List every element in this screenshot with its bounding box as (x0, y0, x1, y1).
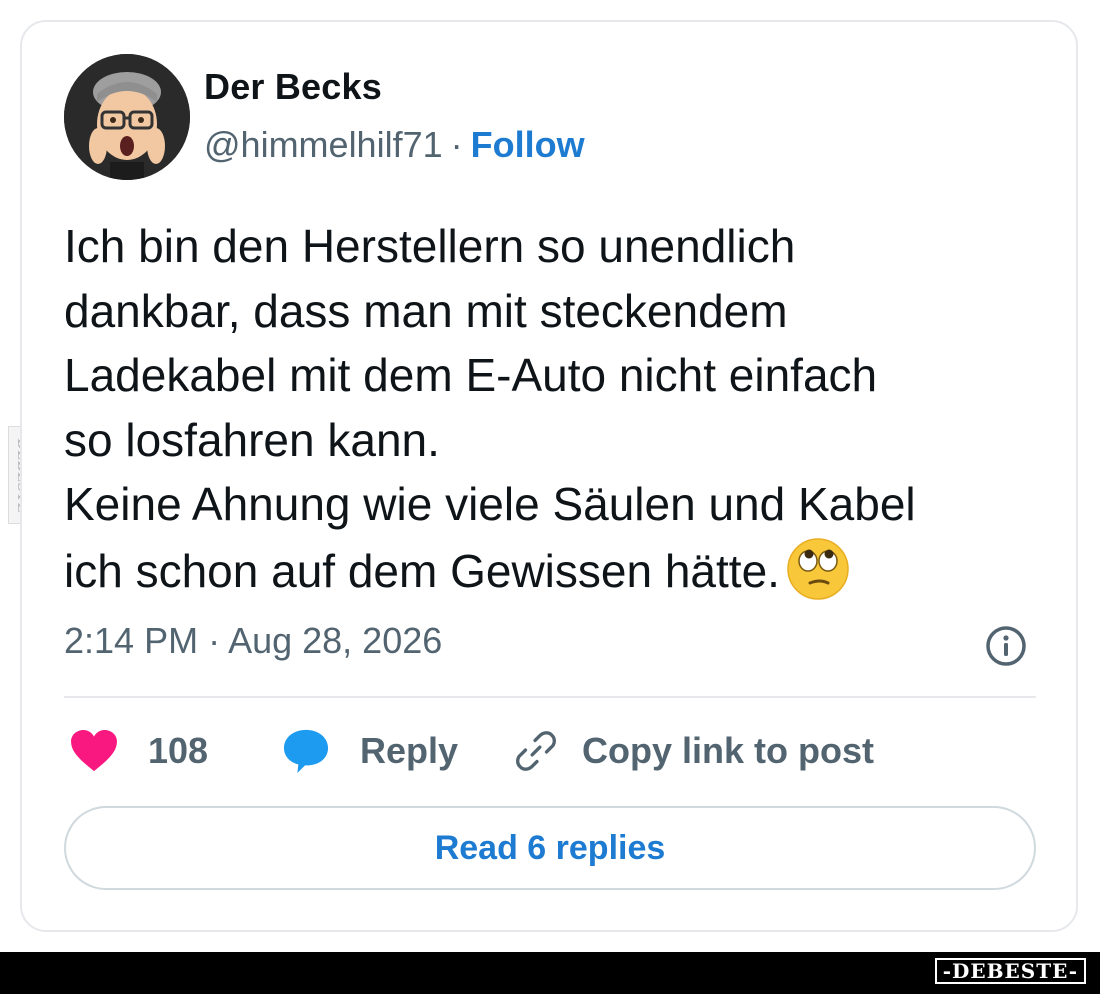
tweet-body: Ich bin den Herstellern so unendlich dan… (64, 214, 1054, 603)
avatar-memoji-icon (64, 54, 190, 180)
copy-link-button[interactable]: Copy link to post (514, 726, 874, 776)
page: DEBESTE Der Becks @himmelhilf71·Follow I… (0, 0, 1100, 994)
author-handle[interactable]: @himmelhilf71 (204, 124, 443, 165)
footer-bar: -DEBESTE- (0, 952, 1100, 994)
tweet-timestamp[interactable]: 2:14 PM · Aug 28, 2026 (64, 620, 442, 662)
handle-row: @himmelhilf71 · Follow (204, 124, 585, 166)
author-name[interactable]: Der Becks (204, 66, 382, 108)
reply-label: Reply (360, 730, 459, 771)
reply-button[interactable]: Reply (282, 726, 458, 776)
follow-button[interactable]: Follow (471, 124, 585, 165)
avatar[interactable] (64, 54, 190, 180)
reply-bubble-icon (283, 729, 329, 774)
copy-link-label: Copy link to post (582, 730, 874, 771)
face-with-rolling-eyes-emoji-icon (786, 537, 850, 601)
like-button[interactable]: 108 (70, 726, 208, 776)
separator-dot: · (450, 124, 463, 165)
action-bar: 108 Reply Copy link to post (64, 726, 1036, 776)
divider (64, 696, 1036, 698)
likes-count: 108 (148, 730, 209, 771)
debeste-logo: -DEBESTE- (934, 958, 1086, 984)
heart-icon (71, 729, 117, 772)
info-icon[interactable] (984, 624, 1028, 668)
read-replies-button[interactable]: Read 6 replies (64, 806, 1036, 890)
link-icon (516, 731, 556, 771)
